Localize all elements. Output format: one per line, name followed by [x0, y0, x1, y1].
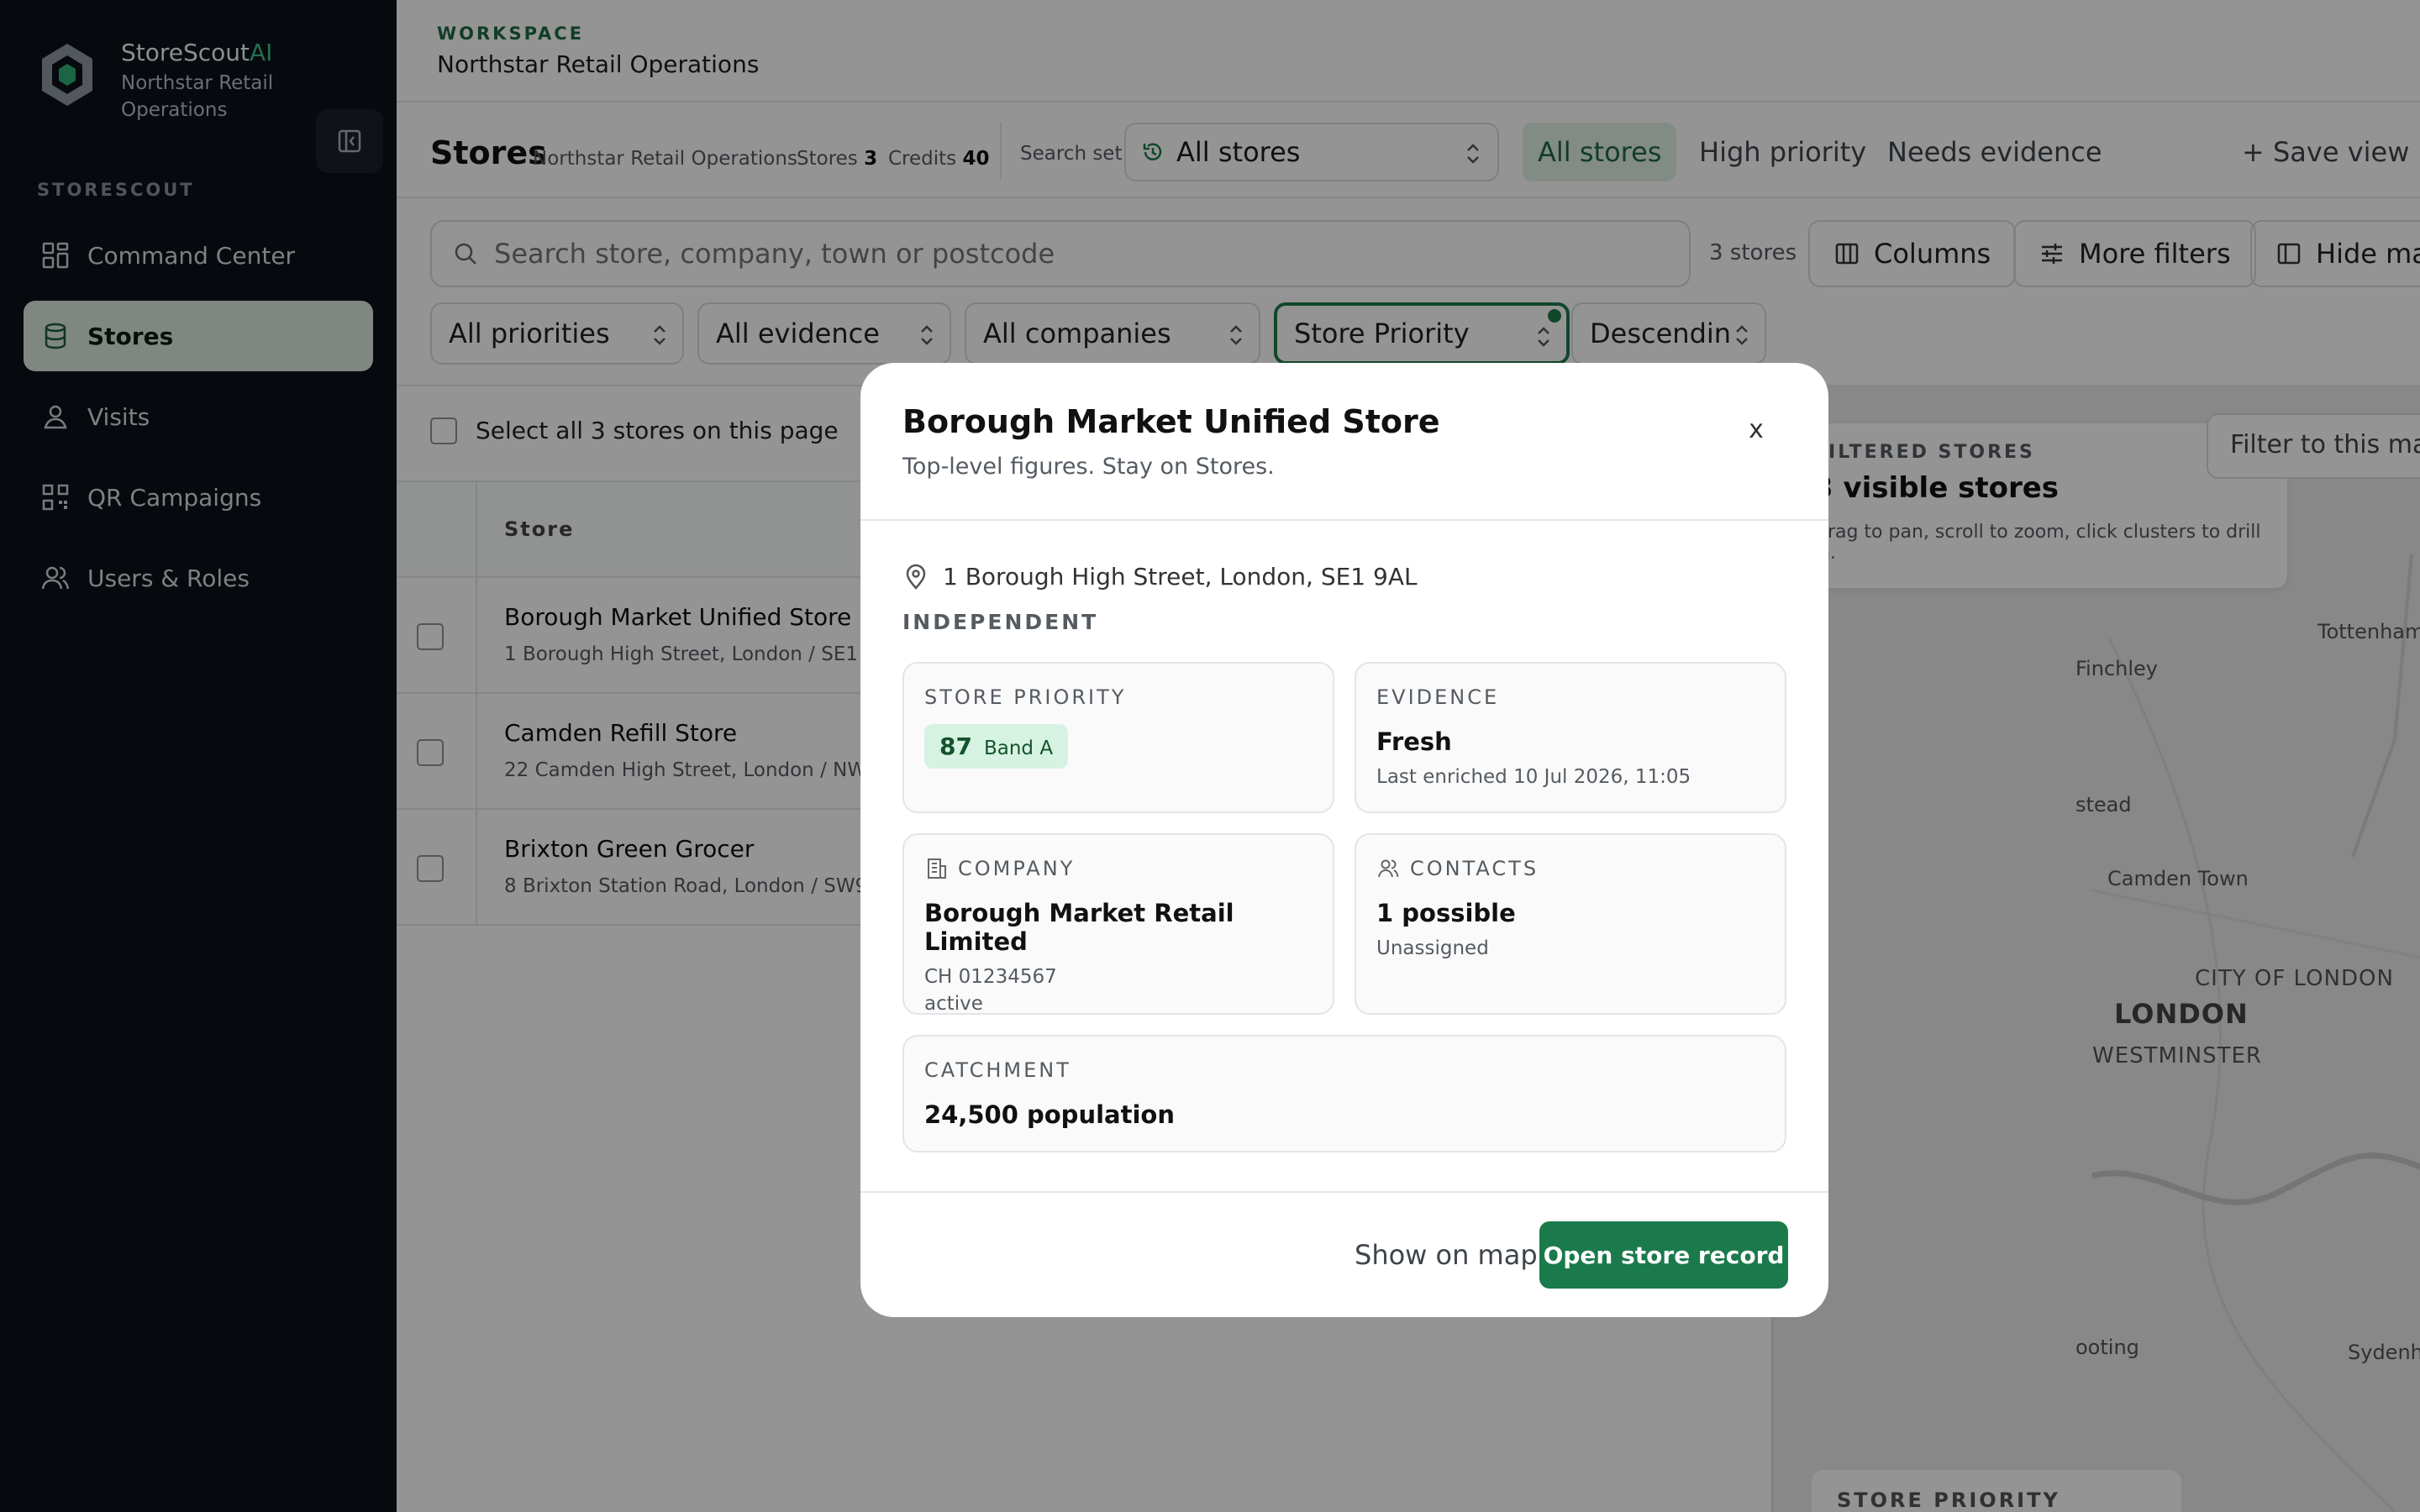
open-store-record-button[interactable]: Open store record — [1539, 1221, 1788, 1289]
catchment-card: CATCHMENT 24,500 population — [902, 1035, 1786, 1152]
card-label: STORE PRIORITY — [924, 685, 1127, 709]
store-address: 1 Borough High Street, London, SE1 9AL — [902, 563, 1418, 591]
priority-score: 87 — [939, 732, 972, 760]
show-on-map-button[interactable]: Show on map — [1336, 1221, 1556, 1289]
contacts-assignment: Unassigned — [1376, 937, 1489, 959]
company-name: Borough Market Retail Limited — [924, 899, 1234, 956]
company-number: CH 01234567 — [924, 966, 1057, 988]
dialog-title: Borough Market Unified Store — [902, 403, 1440, 440]
card-label: COMPANY — [924, 857, 1313, 880]
priority-band: Band A — [983, 738, 1054, 759]
store-type: INDEPENDENT — [902, 610, 1099, 634]
company-status: active — [924, 993, 983, 1015]
dialog-subtitle: Top-level figures. Stay on Stores. — [902, 454, 1275, 480]
company-card: COMPANY Borough Market Retail Limited CH… — [902, 833, 1334, 1015]
contacts-card: CONTACTS 1 possible Unassigned — [1355, 833, 1786, 1015]
last-enriched: Last enriched 10 Jul 2026, 11:05 — [1376, 766, 1691, 788]
card-label: CONTACTS — [1376, 857, 1765, 880]
contacts-count: 1 possible — [1376, 899, 1516, 927]
users-icon — [1378, 859, 1399, 878]
store-preview-dialog: Borough Market Unified Store Top-level f… — [860, 363, 1828, 1317]
card-label: CATCHMENT — [924, 1058, 1071, 1082]
divider — [860, 1191, 1828, 1193]
evidence-status: Fresh — [1376, 727, 1452, 756]
divider — [860, 519, 1828, 521]
close-button[interactable]: x — [1739, 415, 1773, 449]
store-priority-card: STORE PRIORITY 87 Band A — [902, 662, 1334, 813]
priority-badge: 87 Band A — [924, 724, 1069, 769]
evidence-card: EVIDENCE Fresh Last enriched 10 Jul 2026… — [1355, 662, 1786, 813]
catchment-population: 24,500 population — [924, 1100, 1175, 1129]
map-pin-icon — [906, 564, 926, 590]
building-icon — [928, 858, 946, 879]
card-label: EVIDENCE — [1376, 685, 1500, 709]
